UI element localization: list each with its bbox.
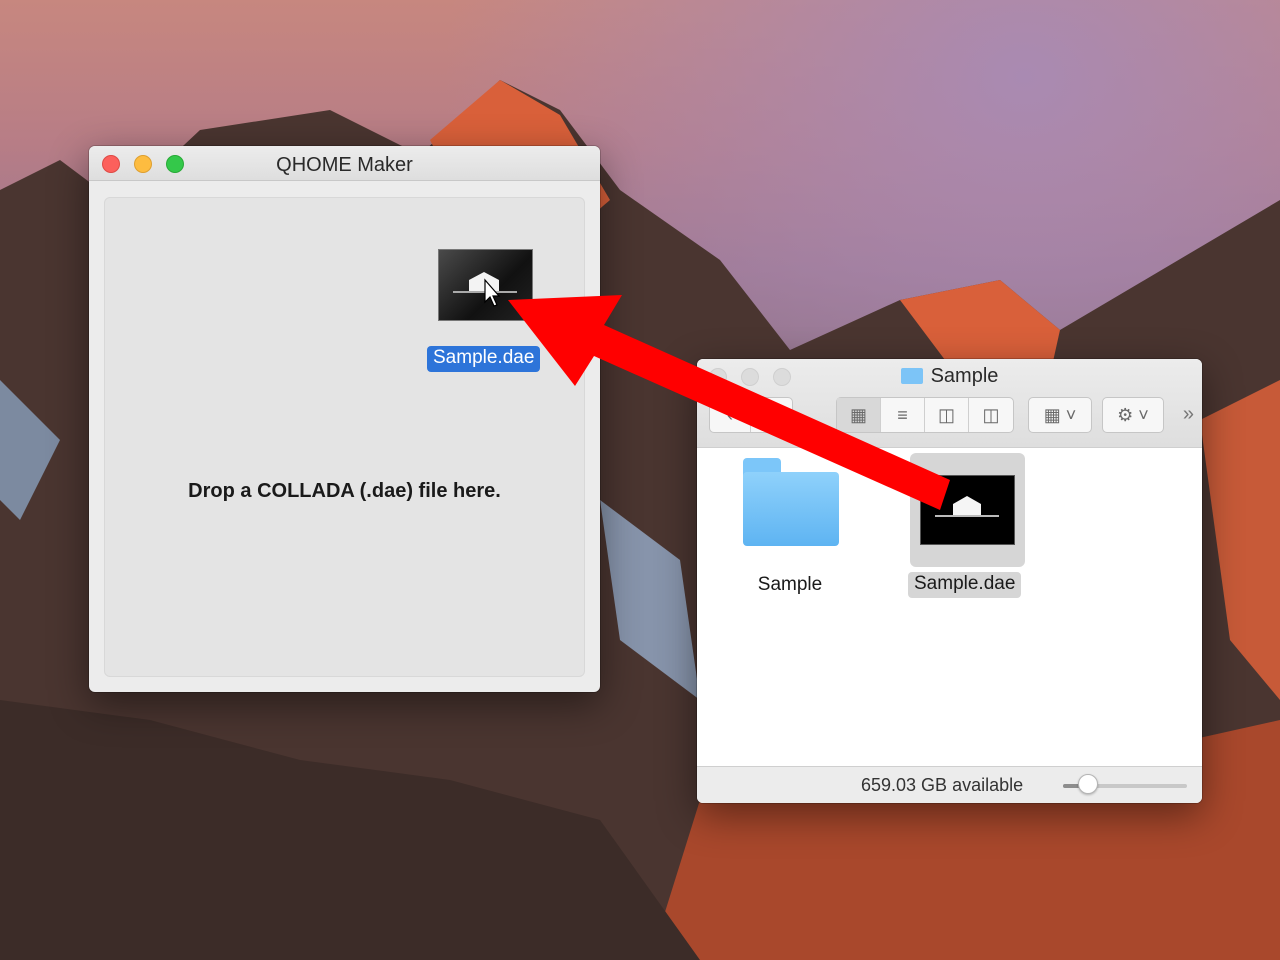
finder-toolbar[interactable]: Sample ‹ › ▦ ≡ ◫ ◫ ▦ ˅ ⚙ ˅ » (697, 359, 1202, 448)
action-menu[interactable]: ⚙ ˅ (1102, 397, 1164, 433)
available-space: 659.03 GB available (861, 775, 1024, 795)
drop-prompt: Drop a COLLADA (.dae) file here. (188, 480, 501, 502)
back-button[interactable]: ‹ (710, 398, 751, 432)
icon-view-icon[interactable]: ▦ (837, 398, 881, 432)
view-mode-group: ▦ ≡ ◫ ◫ (836, 397, 1014, 433)
house-icon (453, 272, 517, 307)
arrange-menu[interactable]: ▦ ˅ (1028, 397, 1092, 433)
icon-size-slider-knob[interactable] (1077, 774, 1098, 794)
drop-zone[interactable]: Sample.dae Drop a COLLADA (.dae) file he… (104, 197, 585, 677)
cover-flow-icon[interactable]: ◫ (969, 398, 1013, 432)
column-view-icon[interactable]: ◫ (925, 398, 969, 432)
folder-item[interactable] (743, 458, 839, 558)
finder-status-bar: 659.03 GB available (697, 766, 1202, 803)
toolbar-overflow-icon[interactable]: » (1183, 403, 1194, 426)
dragged-file-name: Sample.dae (427, 346, 541, 372)
gear-icon: ⚙ ˅ (1117, 404, 1149, 425)
window-title: Sample (697, 365, 1202, 388)
forward-button[interactable]: › (751, 398, 792, 432)
qhome-titlebar[interactable]: QHOME Maker (89, 146, 600, 181)
qhome-maker-window: QHOME Maker Sample.dae Drop a COLLADA (.… (89, 146, 600, 692)
folder-icon (743, 472, 839, 546)
arrange-icon: ▦ ˅ (1043, 404, 1077, 425)
window-title: QHOME Maker (276, 154, 413, 176)
folder-icon (900, 368, 923, 384)
list-view-icon[interactable]: ≡ (881, 398, 925, 432)
folder-name[interactable]: Sample (740, 574, 840, 596)
window-title-text: Sample (930, 365, 999, 387)
back-forward-group: ‹ › (709, 397, 793, 433)
dragged-file-thumbnail (439, 250, 532, 320)
file-thumbnail[interactable] (921, 476, 1014, 544)
file-name[interactable]: Sample.dae (908, 572, 1022, 598)
house-icon (935, 496, 999, 517)
